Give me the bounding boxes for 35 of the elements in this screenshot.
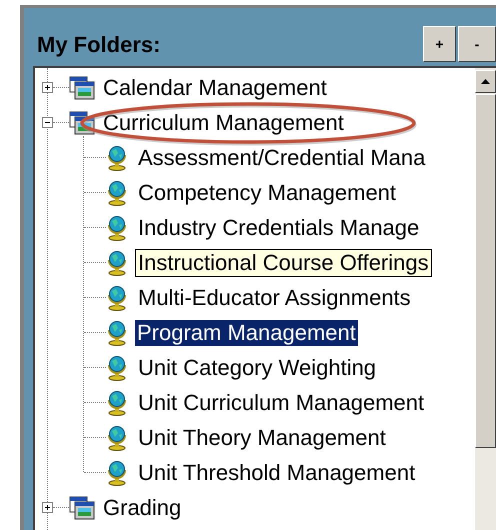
- folder-item-label[interactable]: Program Management: [135, 320, 358, 346]
- globe-icon: [106, 354, 128, 380]
- folder-window-icon: [69, 110, 95, 134]
- globe-icon: [106, 284, 128, 310]
- tree-toolbar-button[interactable]: +: [423, 26, 456, 62]
- folder-item-label[interactable]: Unit Curriculum Management: [135, 388, 428, 416]
- folder-item-label[interactable]: Unit Theory Management: [135, 424, 389, 452]
- panel-title: My Folders:: [36, 31, 160, 56]
- up-arrow-icon: [481, 79, 490, 84]
- folder-item-label[interactable]: Multi-Educator Assignments: [135, 284, 414, 312]
- globe-icon: [106, 214, 128, 240]
- folder-item-label[interactable]: Industry Credentials Manage: [135, 214, 422, 242]
- folder-window-icon: [69, 76, 95, 100]
- globe-icon: [106, 250, 128, 276]
- folder-item-label[interactable]: Unit Category Weighting: [135, 354, 380, 382]
- folder-window-icon: [69, 496, 95, 520]
- globe-icon: [106, 424, 128, 450]
- tooltip[interactable]: Instructional Course Offerings: [135, 248, 432, 276]
- globe-icon: [106, 390, 128, 416]
- folder-label[interactable]: Calendar Management: [103, 74, 327, 100]
- expand-icon[interactable]: [42, 82, 53, 93]
- expand-icon[interactable]: [42, 502, 53, 513]
- scrollbar[interactable]: [475, 68, 496, 530]
- folder-item-label[interactable]: Competency Management: [135, 178, 400, 206]
- globe-icon: [106, 180, 128, 206]
- globe-icon: [106, 144, 128, 170]
- globe-icon: [106, 320, 128, 346]
- collapse-icon[interactable]: [42, 117, 53, 128]
- folder-item-label[interactable]: Assessment/Credential Mana: [135, 144, 428, 172]
- scroll-up-button[interactable]: [475, 70, 496, 93]
- tree-toolbar-button[interactable]: -: [458, 26, 496, 62]
- scroll-thumb[interactable]: [475, 94, 496, 448]
- globe-icon: [106, 460, 128, 486]
- folder-item-label[interactable]: Unit Threshold Management: [135, 458, 418, 486]
- folder-label[interactable]: Grading: [103, 494, 182, 520]
